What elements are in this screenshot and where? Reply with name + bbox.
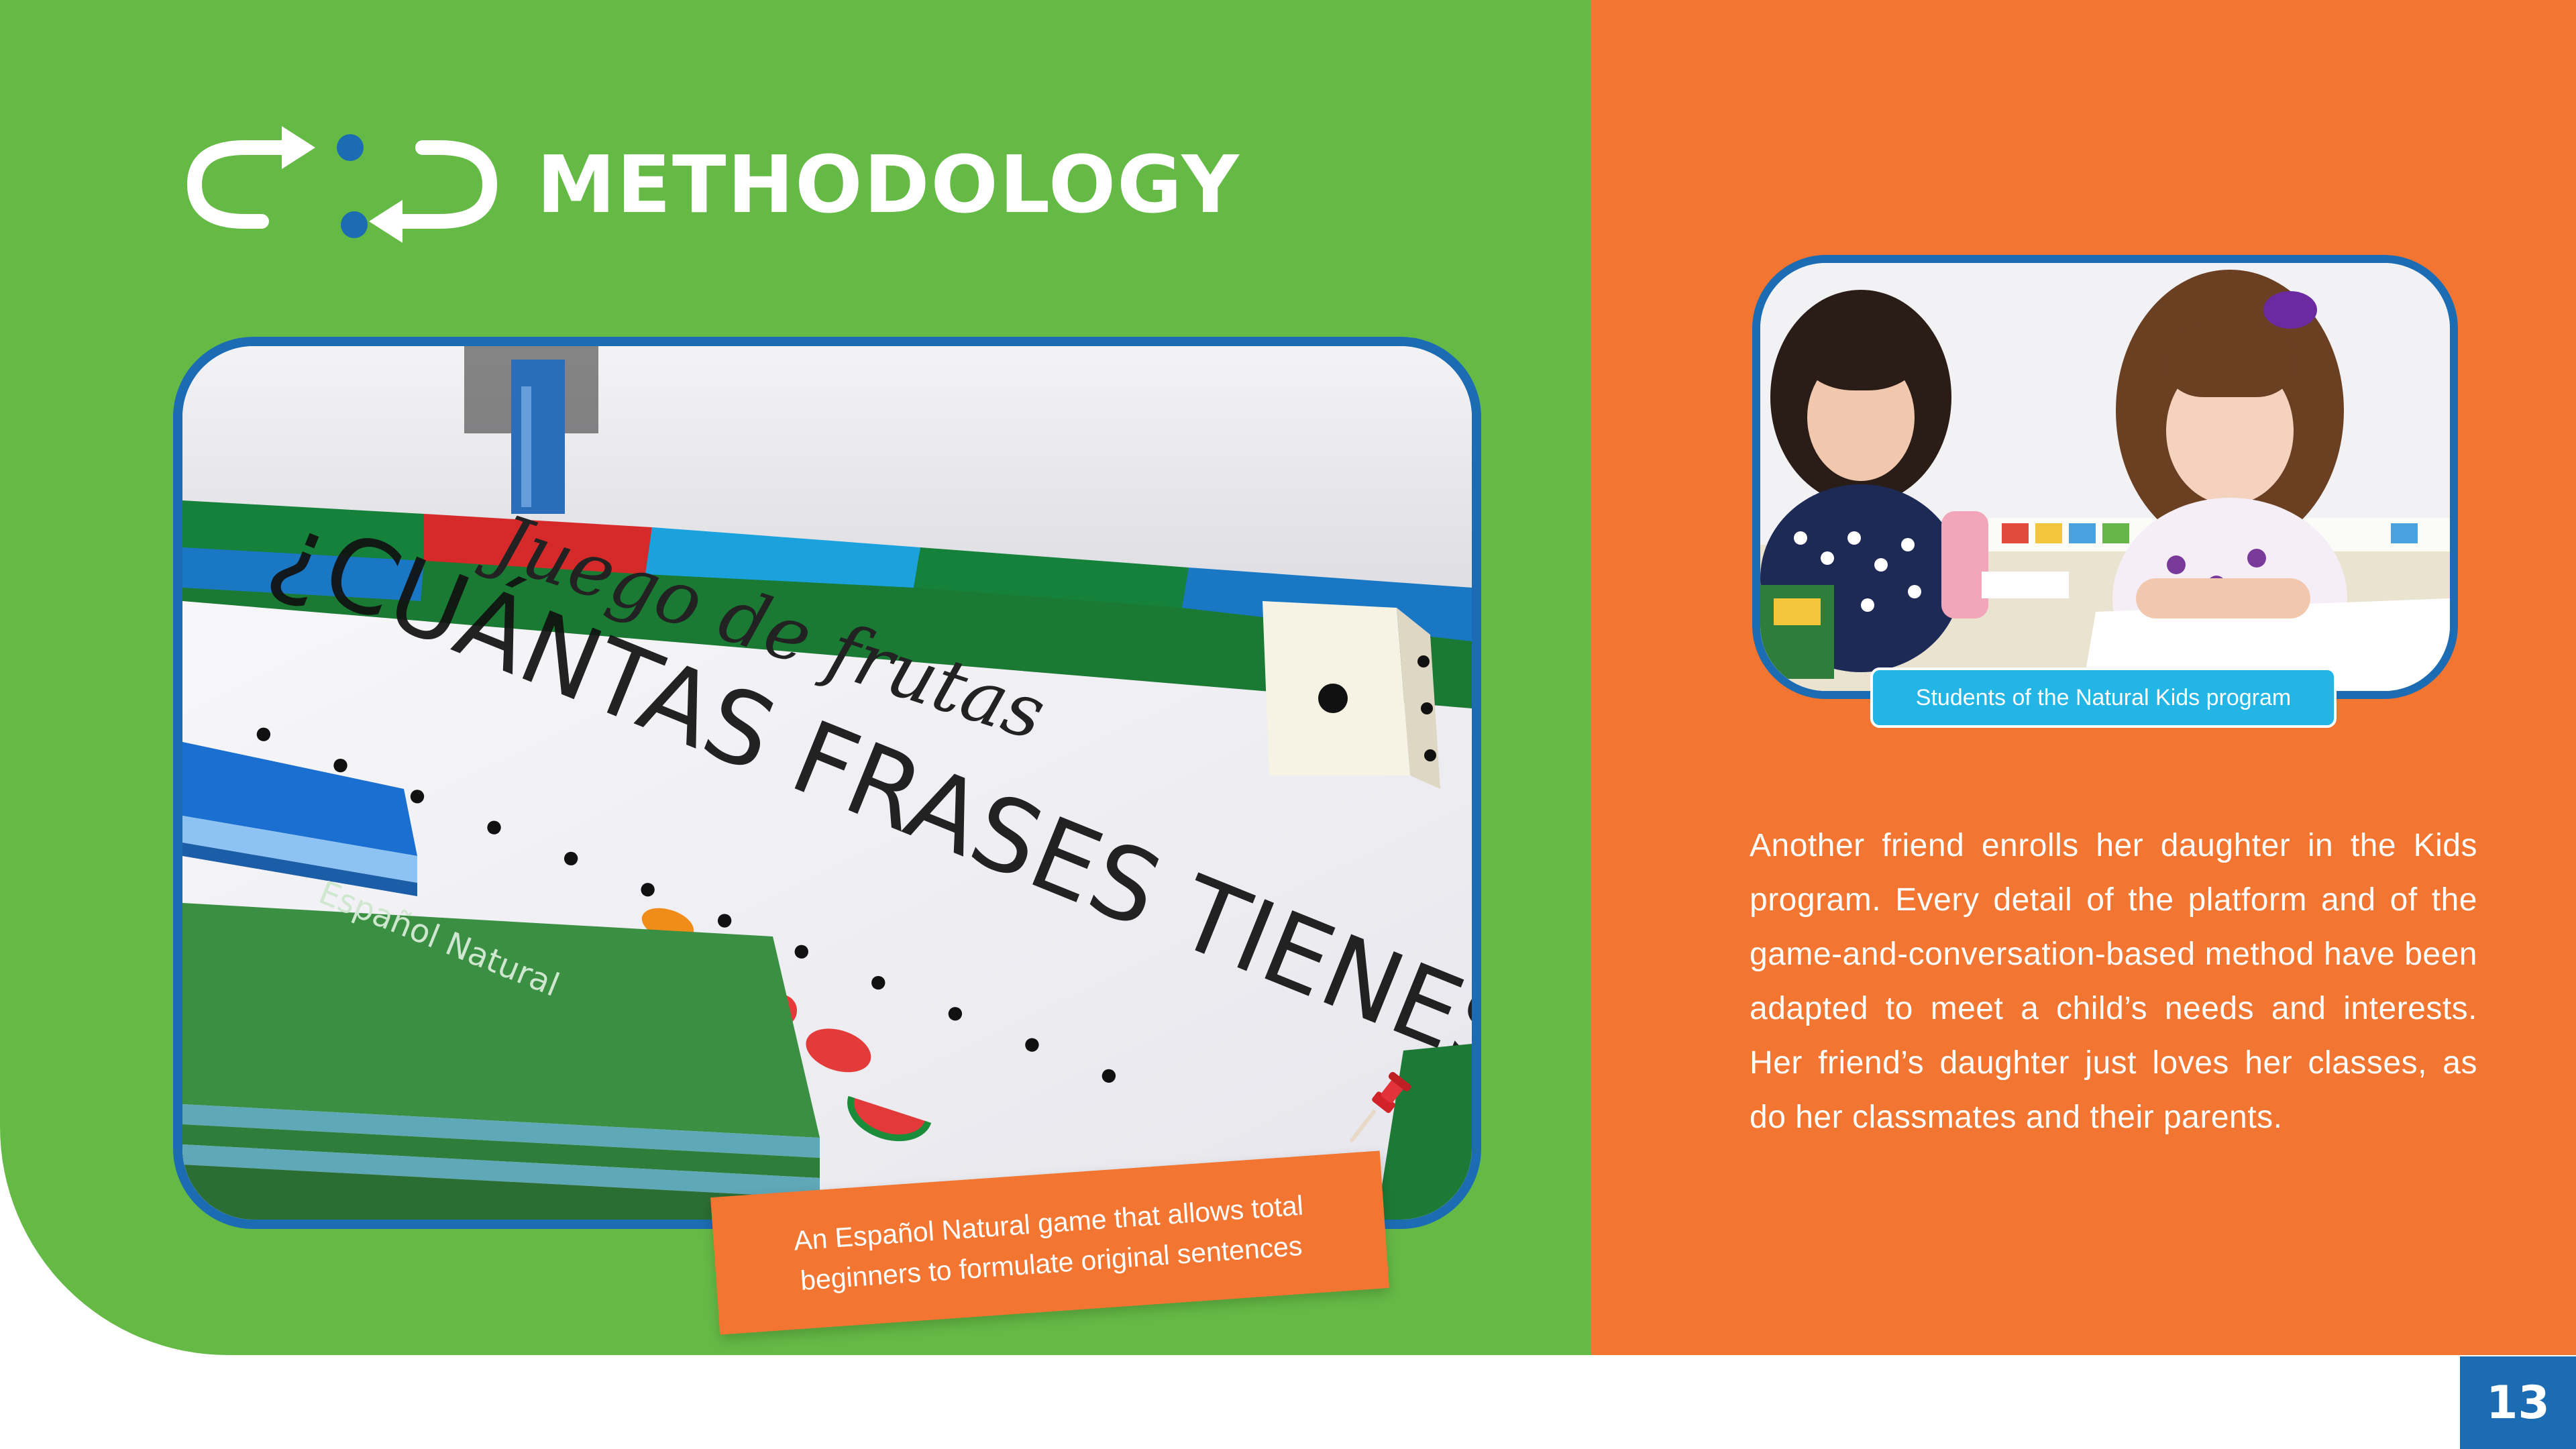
students-photo [1752, 255, 2458, 699]
board-game-photo: Juego de frutas ¿CUÁNTAS FRASES TIENES? … [173, 337, 1481, 1229]
students-photo-caption: Students of the Natural Kids program [1870, 667, 2337, 728]
page-title: METHODOLOGY [537, 138, 1240, 231]
page-number: 13 [2460, 1356, 2576, 1449]
pushpin-icon [1335, 1070, 1415, 1150]
cycle-arrows-icon [181, 121, 503, 248]
body-paragraph: Another friend enrolls her daughter in t… [1750, 828, 2477, 1135]
main-photo-caption-text: An Español Natural game that allows tota… [792, 1189, 1305, 1296]
